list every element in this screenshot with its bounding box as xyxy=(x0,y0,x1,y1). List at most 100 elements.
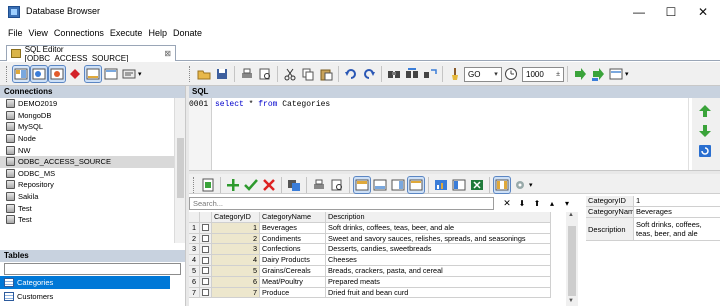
cell-description[interactable]: Prepared meats xyxy=(326,276,551,288)
execute-script-icon[interactable] xyxy=(608,66,624,82)
record-field-value[interactable]: Beverages xyxy=(634,207,720,217)
connection-item[interactable]: Test xyxy=(0,202,174,214)
cell-category-name[interactable]: Condiments xyxy=(260,233,326,245)
paste-icon[interactable] xyxy=(318,66,334,82)
ruby-icon[interactable] xyxy=(67,66,83,82)
next-match-icon[interactable]: ⬇ xyxy=(516,197,528,210)
execute-current-icon[interactable] xyxy=(590,66,606,82)
cell-description[interactable]: Cheeses xyxy=(326,255,551,266)
panel-icon[interactable] xyxy=(84,65,102,83)
cell-description[interactable]: Desserts, candies, sweetbreads xyxy=(326,244,551,256)
cell-category-id[interactable]: 7 xyxy=(212,287,260,299)
connection-item[interactable]: ODBC_MS xyxy=(0,168,174,180)
layout-grid-icon[interactable] xyxy=(12,65,30,83)
menu-help[interactable]: Help xyxy=(148,28,167,38)
cell-category-id[interactable]: 2 xyxy=(212,233,260,245)
excel-icon[interactable] xyxy=(469,177,485,193)
record-field-value[interactable]: 1 xyxy=(634,196,720,206)
find-replace-icon[interactable] xyxy=(404,66,420,82)
cell-category-name[interactable]: Meat/Poultry xyxy=(260,276,326,288)
tab-close-icon[interactable]: ⊠ xyxy=(164,49,171,58)
row-checkbox[interactable] xyxy=(200,255,212,266)
cell-description[interactable]: Dried fruit and bean curd xyxy=(326,287,551,299)
cell-category-name[interactable]: Beverages xyxy=(260,222,326,234)
delete-row-icon[interactable] xyxy=(261,177,277,193)
grid-view-icon[interactable] xyxy=(353,176,371,194)
toolbar-overflow-icon[interactable]: ▾ xyxy=(529,181,533,189)
print-icon[interactable] xyxy=(239,66,255,82)
cell-category-name[interactable]: Dairy Products xyxy=(260,255,326,266)
replace-icon[interactable] xyxy=(422,66,438,82)
form-view-icon[interactable] xyxy=(372,177,388,193)
cell-description[interactable]: Soft drinks, coffees, teas, beer, and al… xyxy=(326,222,551,234)
copy-icon[interactable] xyxy=(300,66,316,82)
table-row[interactable]: 4 4 Dairy Products Cheeses xyxy=(189,255,551,266)
sql-editor[interactable]: 0001 select * from Categories xyxy=(189,98,689,170)
cell-description[interactable]: Sweet and savory sauces, relishes, sprea… xyxy=(326,233,551,245)
cell-description[interactable]: Breads, crackers, pasta, and cereal xyxy=(326,266,551,277)
pivot-icon[interactable] xyxy=(451,177,467,193)
grid-scrollbar[interactable]: ▲ ▼ xyxy=(566,212,578,306)
column-header[interactable]: CategoryID xyxy=(212,212,260,223)
scroll-thumb[interactable] xyxy=(568,226,576,296)
connection-item[interactable]: MongoDB xyxy=(0,110,174,122)
save-icon[interactable] xyxy=(214,66,230,82)
toolbar-grip[interactable] xyxy=(193,177,196,193)
connection-item[interactable]: Node xyxy=(0,133,174,145)
layout-split-icon[interactable] xyxy=(48,65,66,83)
settings-icon[interactable] xyxy=(512,177,528,193)
columns-icon[interactable] xyxy=(493,176,511,194)
preview-grid-icon[interactable] xyxy=(329,177,345,193)
scroll-down-icon[interactable]: ▾ xyxy=(561,197,573,210)
cell-category-id[interactable]: 5 xyxy=(212,266,260,277)
go-selector[interactable]: GO ▾ xyxy=(464,66,502,82)
connection-item-selected[interactable]: ODBC_ACCESS_SOURCE xyxy=(0,155,174,168)
window-icon[interactable] xyxy=(103,66,119,82)
refresh-icon[interactable] xyxy=(698,144,712,158)
add-row-icon[interactable] xyxy=(225,177,241,193)
toolbar-grip[interactable] xyxy=(189,66,192,82)
spinner-icon[interactable]: ± xyxy=(553,71,563,78)
connection-item[interactable]: Test xyxy=(0,214,174,226)
table-row[interactable]: 3 3 Confections Desserts, candies, sweet… xyxy=(189,244,551,256)
table-row[interactable]: 6 6 Meat/Poultry Prepared meats xyxy=(189,276,551,288)
column-header[interactable]: Description xyxy=(326,212,551,223)
cell-category-id[interactable]: 4 xyxy=(212,255,260,266)
chart-icon[interactable] xyxy=(433,177,449,193)
row-checkbox[interactable] xyxy=(200,233,212,245)
row-checkbox[interactable] xyxy=(200,276,212,288)
clock-icon[interactable] xyxy=(503,66,519,82)
menu-execute[interactable]: Execute xyxy=(110,28,143,38)
table-item-selected[interactable]: Categories xyxy=(0,276,170,289)
tables-filter-input[interactable] xyxy=(4,263,181,275)
cell-category-name[interactable]: Grains/Cereals xyxy=(260,266,326,277)
arrow-up-icon[interactable] xyxy=(698,104,712,118)
scroll-thumb[interactable] xyxy=(177,138,184,198)
row-checkbox[interactable] xyxy=(200,244,212,256)
previous-match-icon[interactable]: ⬆ xyxy=(531,197,543,210)
menu-file[interactable]: File xyxy=(8,28,23,38)
table-row[interactable]: 7 7 Produce Dried fruit and bean curd xyxy=(189,287,551,299)
card-icon[interactable] xyxy=(121,66,137,82)
cell-category-name[interactable]: Produce xyxy=(260,287,326,299)
text-view-icon[interactable] xyxy=(390,177,406,193)
export-icon[interactable] xyxy=(200,177,216,193)
toolbar-overflow-icon[interactable]: ▾ xyxy=(625,70,629,78)
minimize-button[interactable]: — xyxy=(624,2,654,22)
cut-icon[interactable] xyxy=(282,66,298,82)
open-folder-icon[interactable] xyxy=(196,66,212,82)
table-item[interactable]: Customers xyxy=(0,290,170,303)
row-limit-field[interactable]: 1000 ± xyxy=(522,66,564,82)
scroll-down-arrow-icon[interactable]: ▼ xyxy=(568,298,574,304)
record-view-icon[interactable] xyxy=(407,176,425,194)
row-checkbox[interactable] xyxy=(200,287,212,299)
redo-icon[interactable] xyxy=(361,66,377,82)
connection-item[interactable]: Repository xyxy=(0,179,174,191)
arrow-down-icon[interactable] xyxy=(698,124,712,138)
toolbar-grip[interactable] xyxy=(6,66,9,82)
toolbar-overflow-icon[interactable]: ▾ xyxy=(138,70,142,78)
undo-icon[interactable] xyxy=(343,66,359,82)
cell-category-name[interactable]: Confections xyxy=(260,244,326,256)
connection-item[interactable]: MySQL xyxy=(0,121,174,133)
row-checkbox[interactable] xyxy=(200,266,212,277)
